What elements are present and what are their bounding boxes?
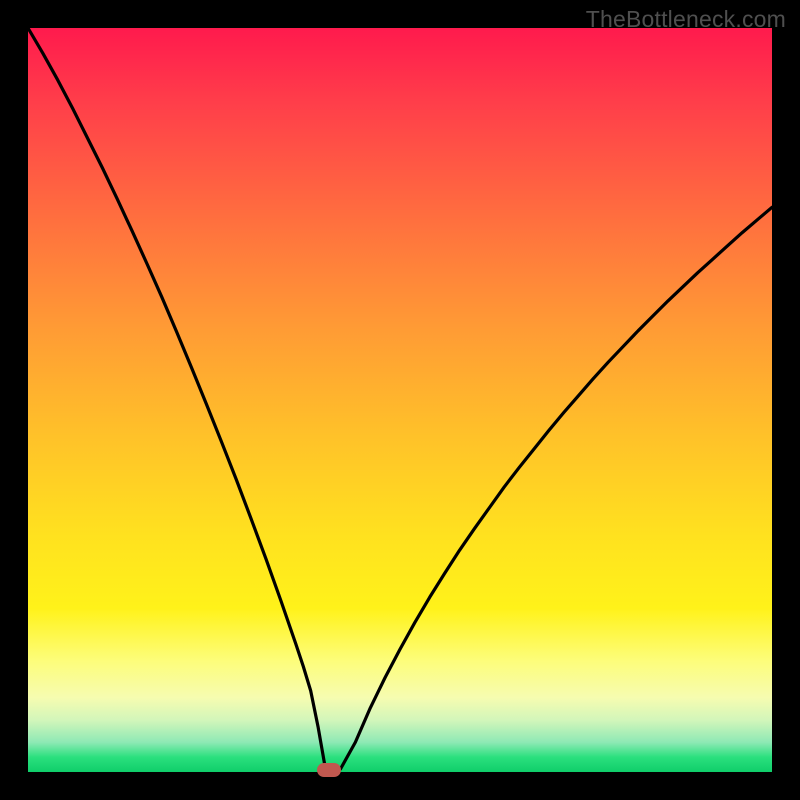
watermark-text: TheBottleneck.com <box>586 6 786 33</box>
chart-plot-area <box>28 28 772 772</box>
optimal-point-marker <box>317 763 341 777</box>
chart-frame: TheBottleneck.com <box>0 0 800 800</box>
bottleneck-curve <box>28 28 772 772</box>
